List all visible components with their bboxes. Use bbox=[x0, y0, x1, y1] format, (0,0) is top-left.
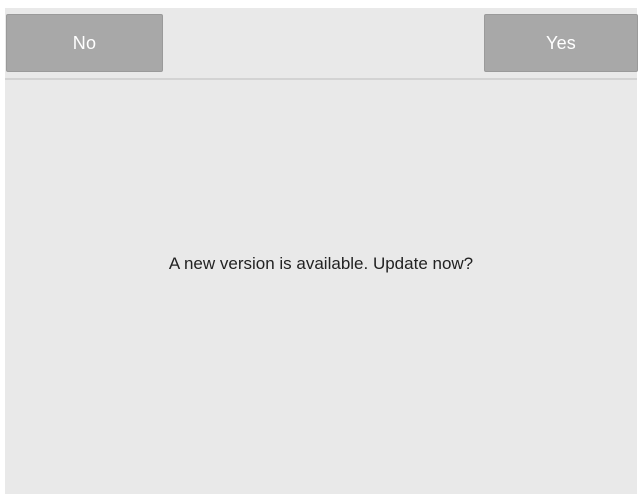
yes-button[interactable]: Yes bbox=[484, 14, 638, 72]
update-dialog: No Yes A new version is available. Updat… bbox=[5, 8, 638, 494]
dialog-button-bar: No Yes bbox=[5, 8, 638, 80]
no-button[interactable]: No bbox=[6, 14, 163, 72]
dialog-message: A new version is available. Update now? bbox=[168, 254, 474, 273]
